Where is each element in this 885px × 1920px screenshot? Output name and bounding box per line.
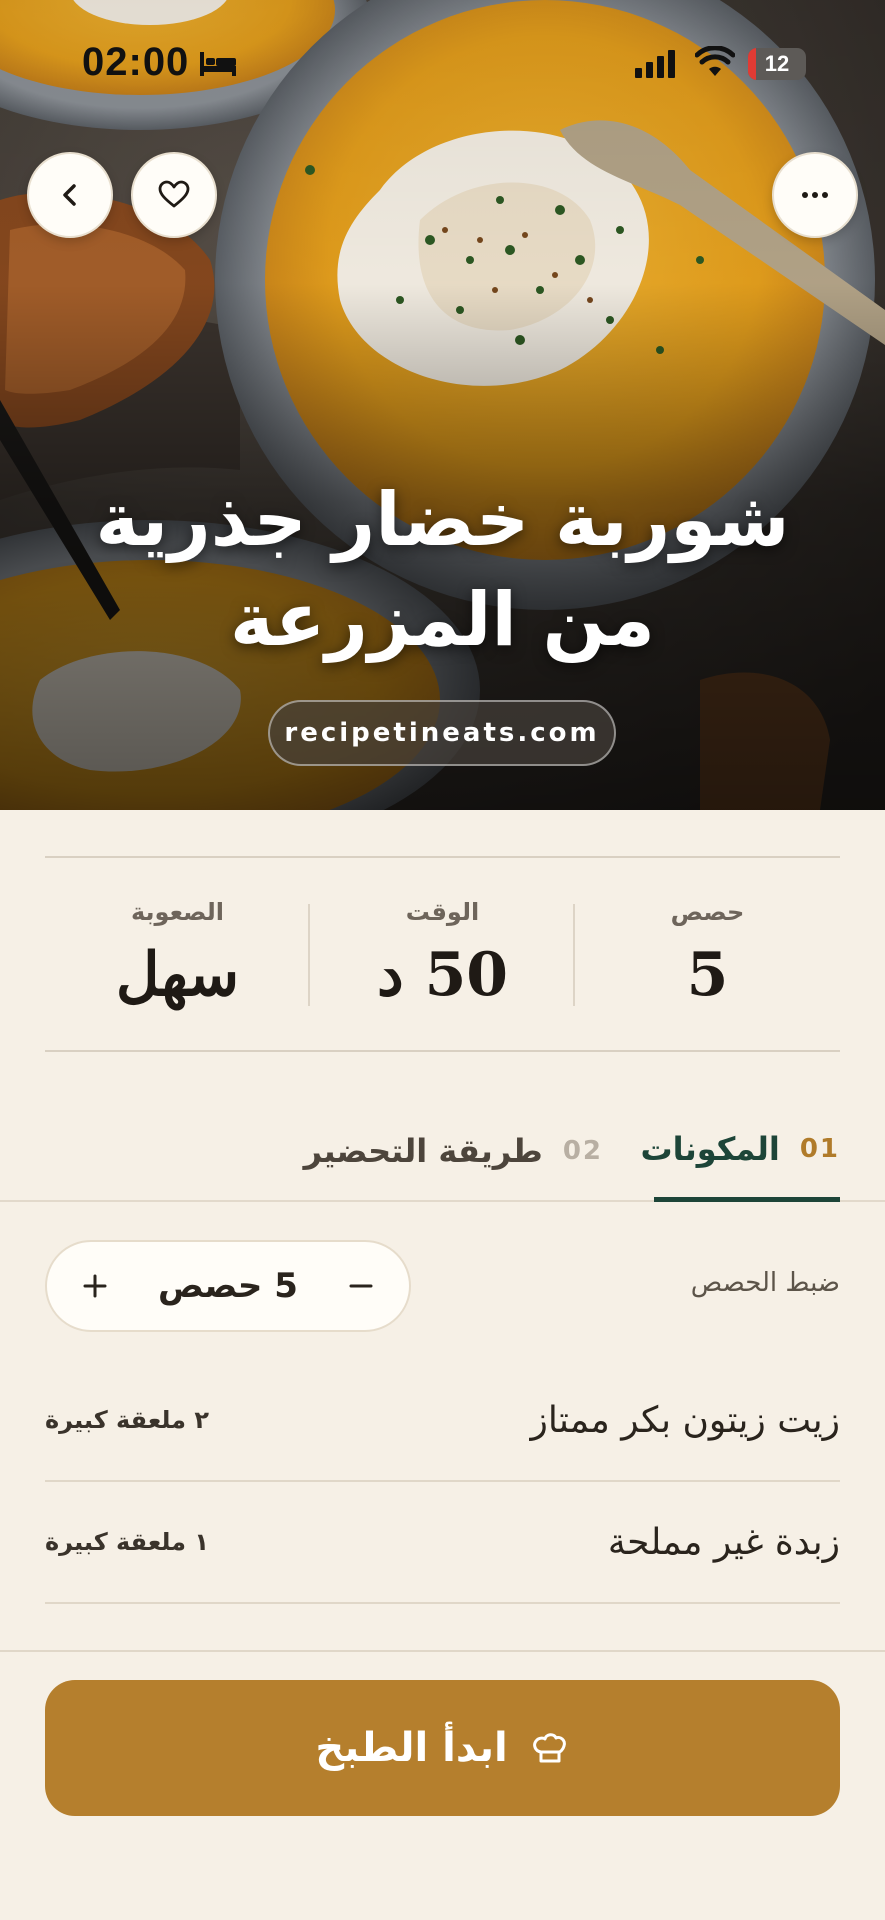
tab-ingredients-label: المكونات xyxy=(640,1129,780,1168)
minus-icon xyxy=(349,1284,373,1288)
list-item[interactable]: زبدة غير مملحة ١ ملعقة كبيرة xyxy=(45,1482,840,1604)
favorite-button[interactable] xyxy=(131,152,217,238)
status-time: 02:00 xyxy=(82,40,190,84)
divider xyxy=(0,1650,885,1652)
stat-servings: حصص 5 xyxy=(575,858,840,1050)
stat-time-label: الوقت xyxy=(405,898,480,926)
tab-method-number: 02 xyxy=(562,1136,603,1166)
ingredient-quantity: ٢ ملعقة كبيرة xyxy=(45,1406,210,1434)
chef-hat-icon xyxy=(532,1733,566,1763)
tab-ingredients[interactable]: 01 المكونات xyxy=(641,1100,840,1202)
stat-difficulty-value: سهل xyxy=(115,940,240,1010)
tab-method[interactable]: 02 طريقة التحضير xyxy=(304,1100,603,1202)
plus-icon xyxy=(83,1274,107,1298)
more-horizontal-icon xyxy=(802,192,828,198)
stat-time-value: 50 د xyxy=(376,940,509,1010)
back-button[interactable] xyxy=(27,152,113,238)
recipe-stats: حصص 5 الوقت 50 د الصعوبة سهل xyxy=(45,856,840,1052)
servings-stepper: 5 حصص xyxy=(45,1240,411,1332)
start-cooking-button[interactable]: ابدأ الطبخ xyxy=(45,1680,840,1816)
stat-difficulty-label: الصعوبة xyxy=(130,898,225,926)
ingredients-list: زيت زيتون بكر ممتاز ٢ ملعقة كبيرة زبدة غ… xyxy=(45,1360,840,1604)
stat-difficulty: الصعوبة سهل xyxy=(45,858,310,1050)
wifi-icon xyxy=(695,46,735,76)
servings-adjust-label: ضبط الحصص xyxy=(690,1268,840,1298)
chevron-left-icon xyxy=(63,184,76,206)
ingredient-name: زبدة غير مملحة xyxy=(607,1521,840,1563)
ingredient-quantity: ١ ملعقة كبيرة xyxy=(45,1528,210,1556)
tab-bar: 01 المكونات 02 طريقة التحضير xyxy=(0,1100,885,1202)
status-bar: 02:00 12 xyxy=(0,0,885,130)
source-link[interactable]: recipetineats.com xyxy=(268,700,616,766)
list-item[interactable]: زيت زيتون بكر ممتاز ٢ ملعقة كبيرة xyxy=(45,1360,840,1482)
recipe-title: شوربة خضار جذرية من المزرعة xyxy=(95,477,790,663)
ingredient-name: زيت زيتون بكر ممتاز xyxy=(530,1399,840,1441)
start-cooking-label: ابدأ الطبخ xyxy=(315,1725,508,1771)
tab-ingredients-number: 01 xyxy=(799,1133,840,1164)
stat-servings-value: 5 xyxy=(686,940,729,1010)
battery-level: 12 xyxy=(764,51,790,76)
hero-image: 02:00 12 شوربة خضار جذرية من المزرعة rec… xyxy=(0,0,885,810)
cellular-signal-icon xyxy=(635,50,675,78)
more-options-button[interactable] xyxy=(772,152,858,238)
increase-servings-button[interactable] xyxy=(77,1268,113,1304)
bed-icon xyxy=(200,52,236,76)
decrease-servings-button[interactable] xyxy=(343,1268,379,1304)
tab-method-label: طريقة التحضير xyxy=(303,1132,543,1170)
heart-icon xyxy=(158,180,190,208)
stat-time: الوقت 50 د xyxy=(310,858,575,1050)
stat-servings-label: حصص xyxy=(670,898,745,926)
battery-indicator: 12 xyxy=(748,48,806,80)
servings-value: 5 حصص xyxy=(158,1266,298,1306)
